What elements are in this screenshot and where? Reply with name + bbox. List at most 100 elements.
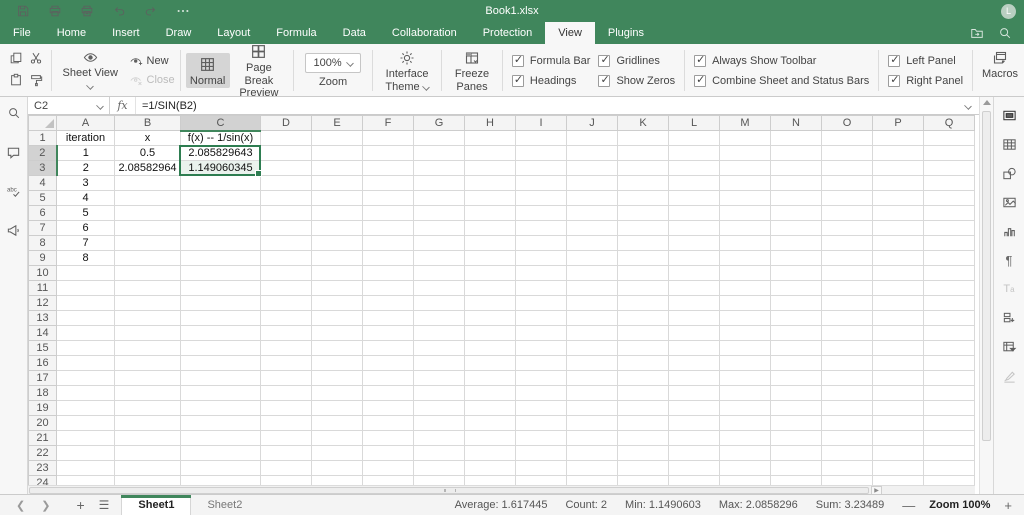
cell-J8[interactable] <box>567 236 618 251</box>
column-header-I[interactable]: I <box>516 116 567 131</box>
cell-K13[interactable] <box>618 311 669 326</box>
row-header-12[interactable]: 12 <box>29 296 57 311</box>
cell-J2[interactable] <box>567 146 618 161</box>
cell-K12[interactable] <box>618 296 669 311</box>
cell-N6[interactable] <box>771 206 822 221</box>
cell-Q23[interactable] <box>924 461 975 476</box>
cell-C3[interactable]: 1.149060345 <box>181 161 261 176</box>
cell-G1[interactable] <box>414 131 465 146</box>
row-header-10[interactable]: 10 <box>29 266 57 281</box>
cell-D7[interactable] <box>261 221 312 236</box>
cell-I11[interactable] <box>516 281 567 296</box>
row-header-18[interactable]: 18 <box>29 386 57 401</box>
cell-Q17[interactable] <box>924 371 975 386</box>
zoom-out-button[interactable]: — <box>902 498 915 513</box>
cell-D15[interactable] <box>261 341 312 356</box>
column-header-K[interactable]: K <box>618 116 669 131</box>
row-header-5[interactable]: 5 <box>29 191 57 206</box>
cell-M3[interactable] <box>720 161 771 176</box>
cell-D12[interactable] <box>261 296 312 311</box>
cell-Q15[interactable] <box>924 341 975 356</box>
cell-J11[interactable] <box>567 281 618 296</box>
cell-D6[interactable] <box>261 206 312 221</box>
cell-G10[interactable] <box>414 266 465 281</box>
cell-D23[interactable] <box>261 461 312 476</box>
cell-M21[interactable] <box>720 431 771 446</box>
cell-C9[interactable] <box>181 251 261 266</box>
cell-B23[interactable] <box>115 461 181 476</box>
cell-H5[interactable] <box>465 191 516 206</box>
slicer-settings-button[interactable] <box>999 308 1019 328</box>
cell-Q12[interactable] <box>924 296 975 311</box>
cell-E21[interactable] <box>312 431 363 446</box>
cell-G4[interactable] <box>414 176 465 191</box>
cell-H15[interactable] <box>465 341 516 356</box>
cell-O6[interactable] <box>822 206 873 221</box>
cell-C13[interactable] <box>181 311 261 326</box>
cell-J20[interactable] <box>567 416 618 431</box>
row-header-20[interactable]: 20 <box>29 416 57 431</box>
zoom-select[interactable]: 100% <box>305 53 361 73</box>
row-header-15[interactable]: 15 <box>29 341 57 356</box>
cell-L19[interactable] <box>669 401 720 416</box>
cell-G20[interactable] <box>414 416 465 431</box>
cell-F16[interactable] <box>363 356 414 371</box>
column-header-P[interactable]: P <box>873 116 924 131</box>
cell-A9[interactable]: 8 <box>57 251 115 266</box>
cell-M20[interactable] <box>720 416 771 431</box>
cell-I9[interactable] <box>516 251 567 266</box>
paragraph-settings-button[interactable]: ¶ <box>999 250 1019 270</box>
cell-A6[interactable]: 5 <box>57 206 115 221</box>
cell-P5[interactable] <box>873 191 924 206</box>
cell-K9[interactable] <box>618 251 669 266</box>
cell-A10[interactable] <box>57 266 115 281</box>
search-button[interactable] <box>996 25 1014 41</box>
cell-D9[interactable] <box>261 251 312 266</box>
cell-C19[interactable] <box>181 401 261 416</box>
spellcheck-button[interactable]: abc <box>4 181 24 201</box>
tab-layout[interactable]: Layout <box>204 22 263 44</box>
cell-H20[interactable] <box>465 416 516 431</box>
cell-A13[interactable] <box>57 311 115 326</box>
cell-I23[interactable] <box>516 461 567 476</box>
print-button[interactable] <box>46 3 64 19</box>
cell-A11[interactable] <box>57 281 115 296</box>
cell-L9[interactable] <box>669 251 720 266</box>
cell-G16[interactable] <box>414 356 465 371</box>
cell-E22[interactable] <box>312 446 363 461</box>
cell-J16[interactable] <box>567 356 618 371</box>
cell-O11[interactable] <box>822 281 873 296</box>
cell-I22[interactable] <box>516 446 567 461</box>
cell-B5[interactable] <box>115 191 181 206</box>
cell-B20[interactable] <box>115 416 181 431</box>
cell-G22[interactable] <box>414 446 465 461</box>
cell-Q10[interactable] <box>924 266 975 281</box>
cell-Q19[interactable] <box>924 401 975 416</box>
cell-G21[interactable] <box>414 431 465 446</box>
cell-O4[interactable] <box>822 176 873 191</box>
scroll-up-button[interactable] <box>983 100 991 105</box>
insert-function-button[interactable]: fx <box>110 97 136 114</box>
column-header-H[interactable]: H <box>465 116 516 131</box>
cell-P21[interactable] <box>873 431 924 446</box>
cell-E12[interactable] <box>312 296 363 311</box>
cell-Q2[interactable] <box>924 146 975 161</box>
cell-P1[interactable] <box>873 131 924 146</box>
row-header-7[interactable]: 7 <box>29 221 57 236</box>
cell-K23[interactable] <box>618 461 669 476</box>
cell-N7[interactable] <box>771 221 822 236</box>
cell-A21[interactable] <box>57 431 115 446</box>
cell-H16[interactable] <box>465 356 516 371</box>
cell-J7[interactable] <box>567 221 618 236</box>
cell-O7[interactable] <box>822 221 873 236</box>
cell-C21[interactable] <box>181 431 261 446</box>
cell-J6[interactable] <box>567 206 618 221</box>
cell-N2[interactable] <box>771 146 822 161</box>
cell-L22[interactable] <box>669 446 720 461</box>
cell-I1[interactable] <box>516 131 567 146</box>
zoom-in-button[interactable]: + <box>1004 498 1012 513</box>
view-mode-normal[interactable]: Normal <box>186 53 230 89</box>
row-header-4[interactable]: 4 <box>29 176 57 191</box>
cell-N4[interactable] <box>771 176 822 191</box>
cell-H19[interactable] <box>465 401 516 416</box>
